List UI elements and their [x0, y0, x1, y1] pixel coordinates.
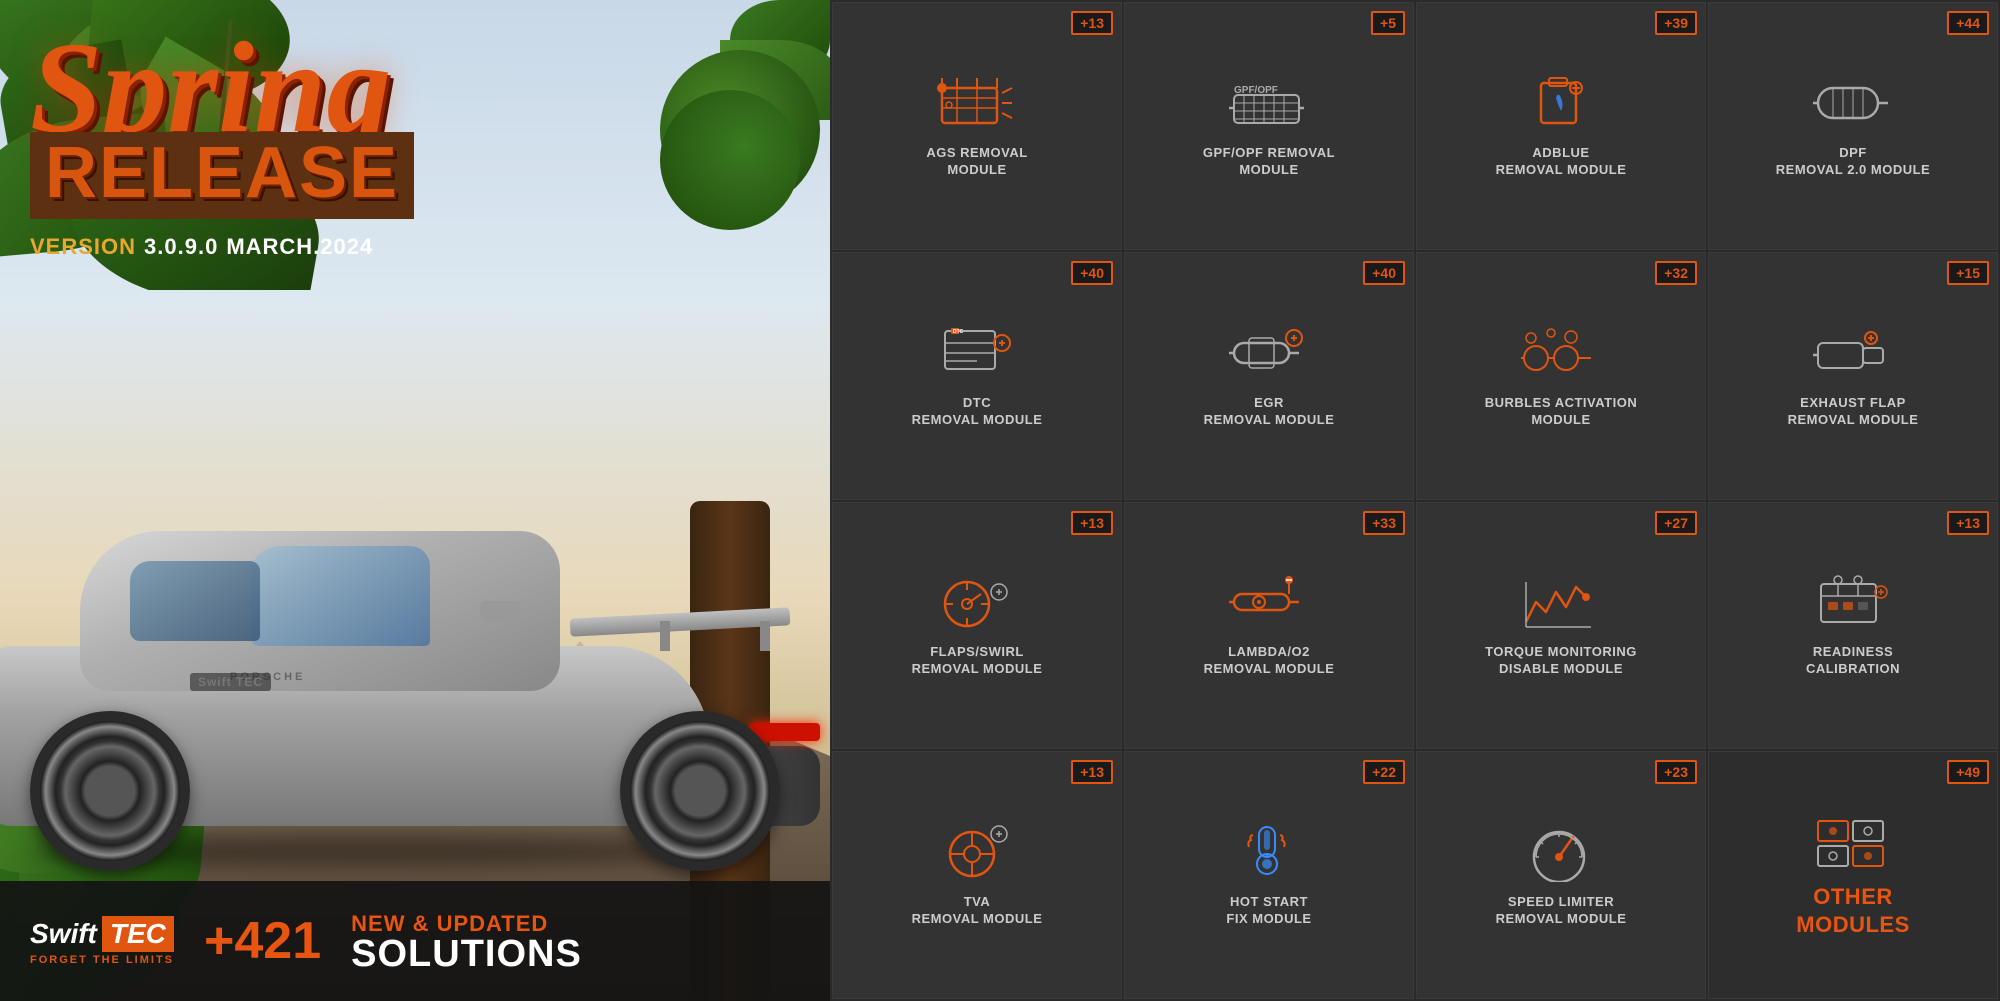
module-name-adblue: ADBLUE REMOVAL MODULE [1496, 145, 1627, 179]
module-icon-adblue [1521, 73, 1601, 133]
module-icon-dtc: DTC [937, 323, 1017, 383]
new-updated-line2: SOLUTIONS [351, 937, 582, 971]
module-name-tva: TVA REMOVAL MODULE [912, 894, 1043, 928]
module-cell-egr: +40 EGR REMOVAL MODULE [1124, 252, 1414, 500]
module-cell-lambda: +33 LAMBDA/O2 REMOVAL MODULE [1124, 502, 1414, 750]
module-badge-egr: +40 [1363, 261, 1405, 285]
hero-section: PORSCHE Swift TEC Spring RELEASE VERSION… [0, 0, 830, 1001]
module-badge-dtc: +40 [1071, 261, 1113, 285]
module-name-dpf: DPF REMOVAL 2.0 MODULE [1776, 145, 1930, 179]
module-icon-torque [1521, 572, 1601, 632]
module-cell-speed: +23 SPEED LIMITER REMOVAL MODULE [1416, 751, 1706, 999]
swiftec-logo: Swift TEC FORGET THE LIMITS [30, 916, 174, 966]
module-cell-other: +49 OTHER MODULES [1708, 751, 1998, 999]
module-name-ags: AGS REMOVAL MODULE [926, 145, 1027, 179]
module-badge-exhaust: +15 [1947, 261, 1989, 285]
logo-tagline: FORGET THE LIMITS [30, 954, 174, 966]
module-cell-hotstart: +22 HOT START FIX MODULE [1124, 751, 1414, 999]
module-cell-readiness: +13 READINESS CALIBRATION [1708, 502, 1998, 750]
module-icon-ags [937, 73, 1017, 133]
solution-count: +421 [204, 915, 321, 967]
module-name-torque: TORQUE MONITORING DISABLE MODULE [1485, 644, 1637, 678]
module-icon-flaps [937, 572, 1017, 632]
module-icon-lambda [1229, 572, 1309, 632]
svg-text:DTC: DTC [953, 329, 964, 335]
logo-wordmark: Swift TEC [30, 916, 174, 952]
module-name-burbles: BURBLES ACTIVATION MODULE [1485, 395, 1637, 429]
module-icon-tva [937, 822, 1017, 882]
module-icon-burbles [1521, 323, 1601, 383]
car-badge: Swift TEC [190, 673, 271, 691]
module-badge-speed: +23 [1655, 760, 1697, 784]
module-badge-dpf: +44 [1947, 11, 1989, 35]
module-name-other: OTHER MODULES [1796, 883, 1910, 940]
module-badge-tva: +13 [1071, 760, 1113, 784]
module-name-gpf: GPF/OPF REMOVAL MODULE [1203, 145, 1335, 179]
module-name-speed: SPEED LIMITER REMOVAL MODULE [1496, 894, 1627, 928]
release-title: RELEASE [45, 137, 399, 209]
module-cell-adblue: +39 ADBLUE REMOVAL MODULE [1416, 2, 1706, 250]
module-badge-other: +49 [1947, 760, 1989, 784]
module-name-lambda: LAMBDA/O2 REMOVAL MODULE [1204, 644, 1335, 678]
version-number: 3.0.9.0 [144, 234, 218, 260]
module-badge-readiness: +13 [1947, 511, 1989, 535]
new-updated-text: NEW & UPDATED SOLUTIONS [351, 911, 582, 971]
module-icon-egr [1229, 323, 1309, 383]
logo-swift-text: Swift [30, 918, 97, 950]
car-container: PORSCHE Swift TEC [0, 451, 830, 901]
module-name-exhaust: EXHAUST FLAP REMOVAL MODULE [1788, 395, 1919, 429]
version-info: VERSION 3.0.9.0 MARCH.2024 [30, 234, 530, 260]
module-name-egr: EGR REMOVAL MODULE [1204, 395, 1335, 429]
module-badge-hotstart: +22 [1363, 760, 1405, 784]
logo-tec-text: TEC [102, 916, 174, 952]
spring-title: Spring [30, 30, 530, 147]
module-icon-readiness [1813, 572, 1893, 632]
module-cell-gpf: +5 GPF/OPF GPF/OPF REMOVAL MODULE [1124, 2, 1414, 250]
module-icon-gpf: GPF/OPF [1229, 73, 1309, 133]
module-cell-exhaust: +15 EXHAUST FLAP REMOVAL MODULE [1708, 252, 1998, 500]
module-cell-dtc: +40 DTC DTC REMOVAL MODULE [832, 252, 1122, 500]
module-icon-hotstart [1229, 822, 1309, 882]
module-cell-tva: +13 TVA REMOVAL MODULE [832, 751, 1122, 999]
module-icon-exhaust [1813, 323, 1893, 383]
title-area: Spring RELEASE VERSION 3.0.9.0 MARCH.202… [30, 30, 530, 260]
bottom-bar: Swift TEC FORGET THE LIMITS +421 NEW & U… [0, 881, 830, 1001]
tree-foliage [640, 50, 820, 250]
module-badge-burbles: +32 [1655, 261, 1697, 285]
module-name-readiness: READINESS CALIBRATION [1806, 644, 1900, 678]
module-badge-flaps: +13 [1071, 511, 1113, 535]
module-name-dtc: DTC REMOVAL MODULE [912, 395, 1043, 429]
module-name-flaps: FLAPS/SWIRL REMOVAL MODULE [912, 644, 1043, 678]
version-label: VERSION [30, 234, 136, 260]
module-badge-lambda: +33 [1363, 511, 1405, 535]
module-icon-dpf [1813, 73, 1893, 133]
module-cell-torque: +27 TORQUE MONITORING DISABLE MODULE [1416, 502, 1706, 750]
module-cell-ags: +13 AGS REMOVAL MODULE [832, 2, 1122, 250]
module-badge-gpf: +5 [1371, 11, 1405, 35]
module-name-hotstart: HOT START FIX MODULE [1226, 894, 1311, 928]
module-icon-other [1813, 811, 1893, 871]
module-icon-speed [1521, 822, 1601, 882]
module-badge-ags: +13 [1071, 11, 1113, 35]
module-cell-dpf: +44 DPF REMOVAL 2.0 MODULE [1708, 2, 1998, 250]
module-badge-adblue: +39 [1655, 11, 1697, 35]
version-date: MARCH.2024 [226, 234, 373, 260]
module-cell-burbles: +32 BURBLES ACTIVATION MODULE [1416, 252, 1706, 500]
module-badge-torque: +27 [1655, 511, 1697, 535]
module-cell-flaps: +13 FLAPS/SWIRL REMOVAL MODULE [832, 502, 1122, 750]
modules-section: +13 AGS REMOVAL MODULE+5 GPF/OPF GPF/OPF… [830, 0, 2000, 1001]
